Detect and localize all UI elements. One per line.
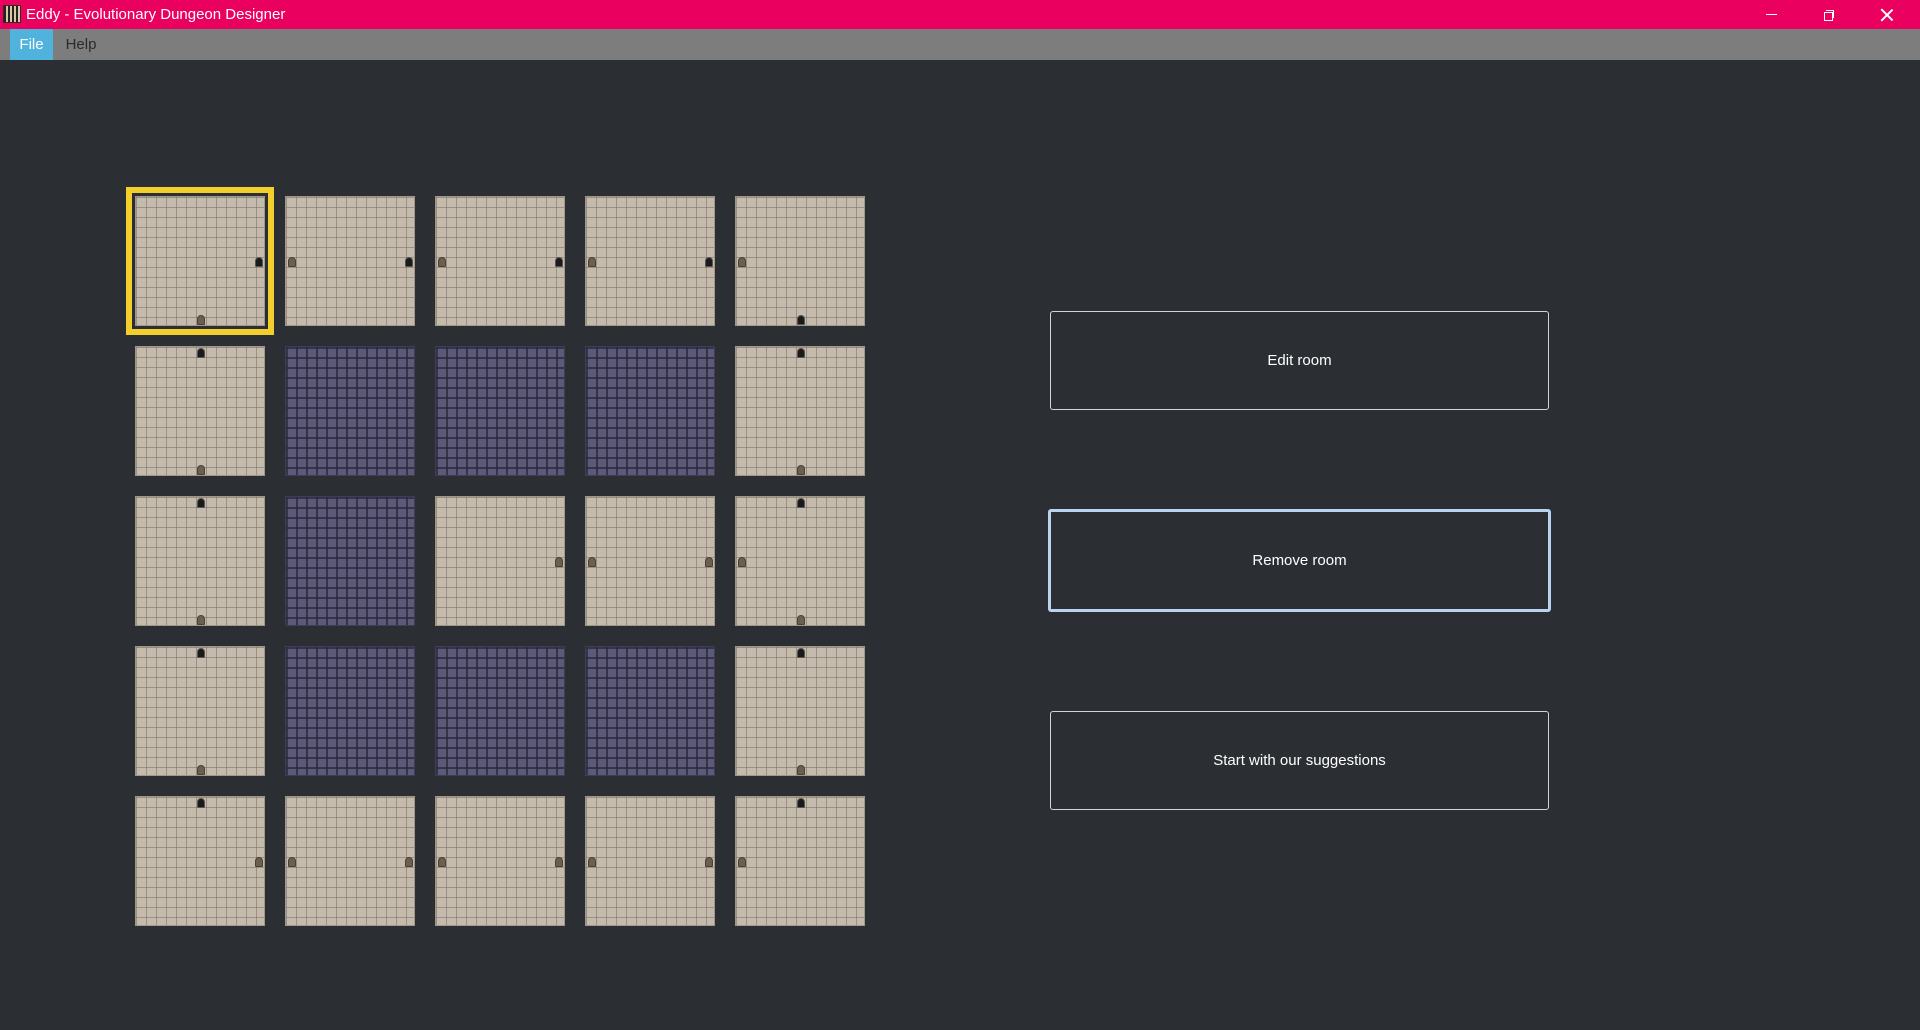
door-icon	[797, 465, 805, 475]
door-icon	[797, 648, 805, 658]
room-tile[interactable]	[135, 346, 265, 476]
door-icon	[705, 557, 713, 567]
maximize-button[interactable]	[1800, 0, 1858, 29]
room-tile[interactable]	[285, 346, 415, 476]
door-icon	[738, 257, 746, 267]
minimize-button[interactable]	[1742, 0, 1800, 29]
door-icon	[797, 798, 805, 808]
room-tile[interactable]	[435, 346, 565, 476]
window-title: Eddy - Evolutionary Dungeon Designer	[26, 6, 286, 23]
door-icon	[588, 857, 596, 867]
room-tile[interactable]	[285, 496, 415, 626]
room-tile[interactable]	[285, 646, 415, 776]
room-tile[interactable]	[585, 796, 715, 926]
door-icon	[797, 615, 805, 625]
door-icon	[288, 257, 296, 267]
door-icon	[197, 648, 205, 658]
restore-icon	[1824, 9, 1834, 21]
menu-file[interactable]: File	[10, 29, 53, 60]
door-icon	[797, 498, 805, 508]
room-tile[interactable]	[735, 496, 865, 626]
room-tile[interactable]	[435, 196, 565, 326]
room-tile[interactable]	[135, 796, 265, 926]
door-icon	[705, 257, 713, 267]
room-tile[interactable]	[735, 346, 865, 476]
room-tile[interactable]	[585, 346, 715, 476]
door-icon	[255, 257, 263, 267]
close-icon	[1880, 8, 1894, 22]
door-icon	[797, 765, 805, 775]
minimize-icon	[1765, 14, 1777, 15]
room-tile[interactable]	[135, 496, 265, 626]
door-icon	[438, 257, 446, 267]
edit-room-button[interactable]: Edit room	[1050, 311, 1549, 410]
door-icon	[705, 857, 713, 867]
room-tile[interactable]	[585, 196, 715, 326]
start-suggestions-button[interactable]: Start with our suggestions	[1050, 711, 1549, 810]
room-tile[interactable]	[285, 796, 415, 926]
door-icon	[197, 765, 205, 775]
door-icon	[255, 857, 263, 867]
door-icon	[797, 315, 805, 325]
menu-help[interactable]: Help	[57, 29, 105, 60]
door-icon	[197, 315, 205, 325]
room-tile[interactable]	[735, 796, 865, 926]
door-icon	[555, 257, 563, 267]
room-tile[interactable]	[126, 187, 274, 335]
room-tile[interactable]	[735, 646, 865, 776]
door-icon	[197, 615, 205, 625]
door-icon	[438, 857, 446, 867]
menu-bar: File Help	[0, 29, 1920, 60]
door-icon	[588, 557, 596, 567]
door-icon	[738, 857, 746, 867]
room-grid	[126, 187, 866, 926]
room-tile[interactable]	[435, 796, 565, 926]
door-icon	[197, 465, 205, 475]
title-bar[interactable]: Eddy - Evolutionary Dungeon Designer	[0, 0, 1920, 29]
app-icon	[3, 5, 21, 23]
room-tile[interactable]	[435, 646, 565, 776]
room-tile[interactable]	[285, 196, 415, 326]
door-icon	[197, 498, 205, 508]
door-icon	[555, 857, 563, 867]
door-icon	[288, 857, 296, 867]
door-icon	[588, 257, 596, 267]
room-tile[interactable]	[585, 646, 715, 776]
close-button[interactable]	[1858, 0, 1916, 29]
room-tile[interactable]	[135, 646, 265, 776]
door-icon	[197, 798, 205, 808]
door-icon	[405, 857, 413, 867]
door-icon	[405, 257, 413, 267]
room-tile[interactable]	[735, 196, 865, 326]
room-tile[interactable]	[585, 496, 715, 626]
door-icon	[797, 348, 805, 358]
door-icon	[738, 557, 746, 567]
door-icon	[197, 348, 205, 358]
door-icon	[555, 557, 563, 567]
room-tile[interactable]	[435, 496, 565, 626]
remove-room-button[interactable]: Remove room	[1048, 509, 1551, 612]
